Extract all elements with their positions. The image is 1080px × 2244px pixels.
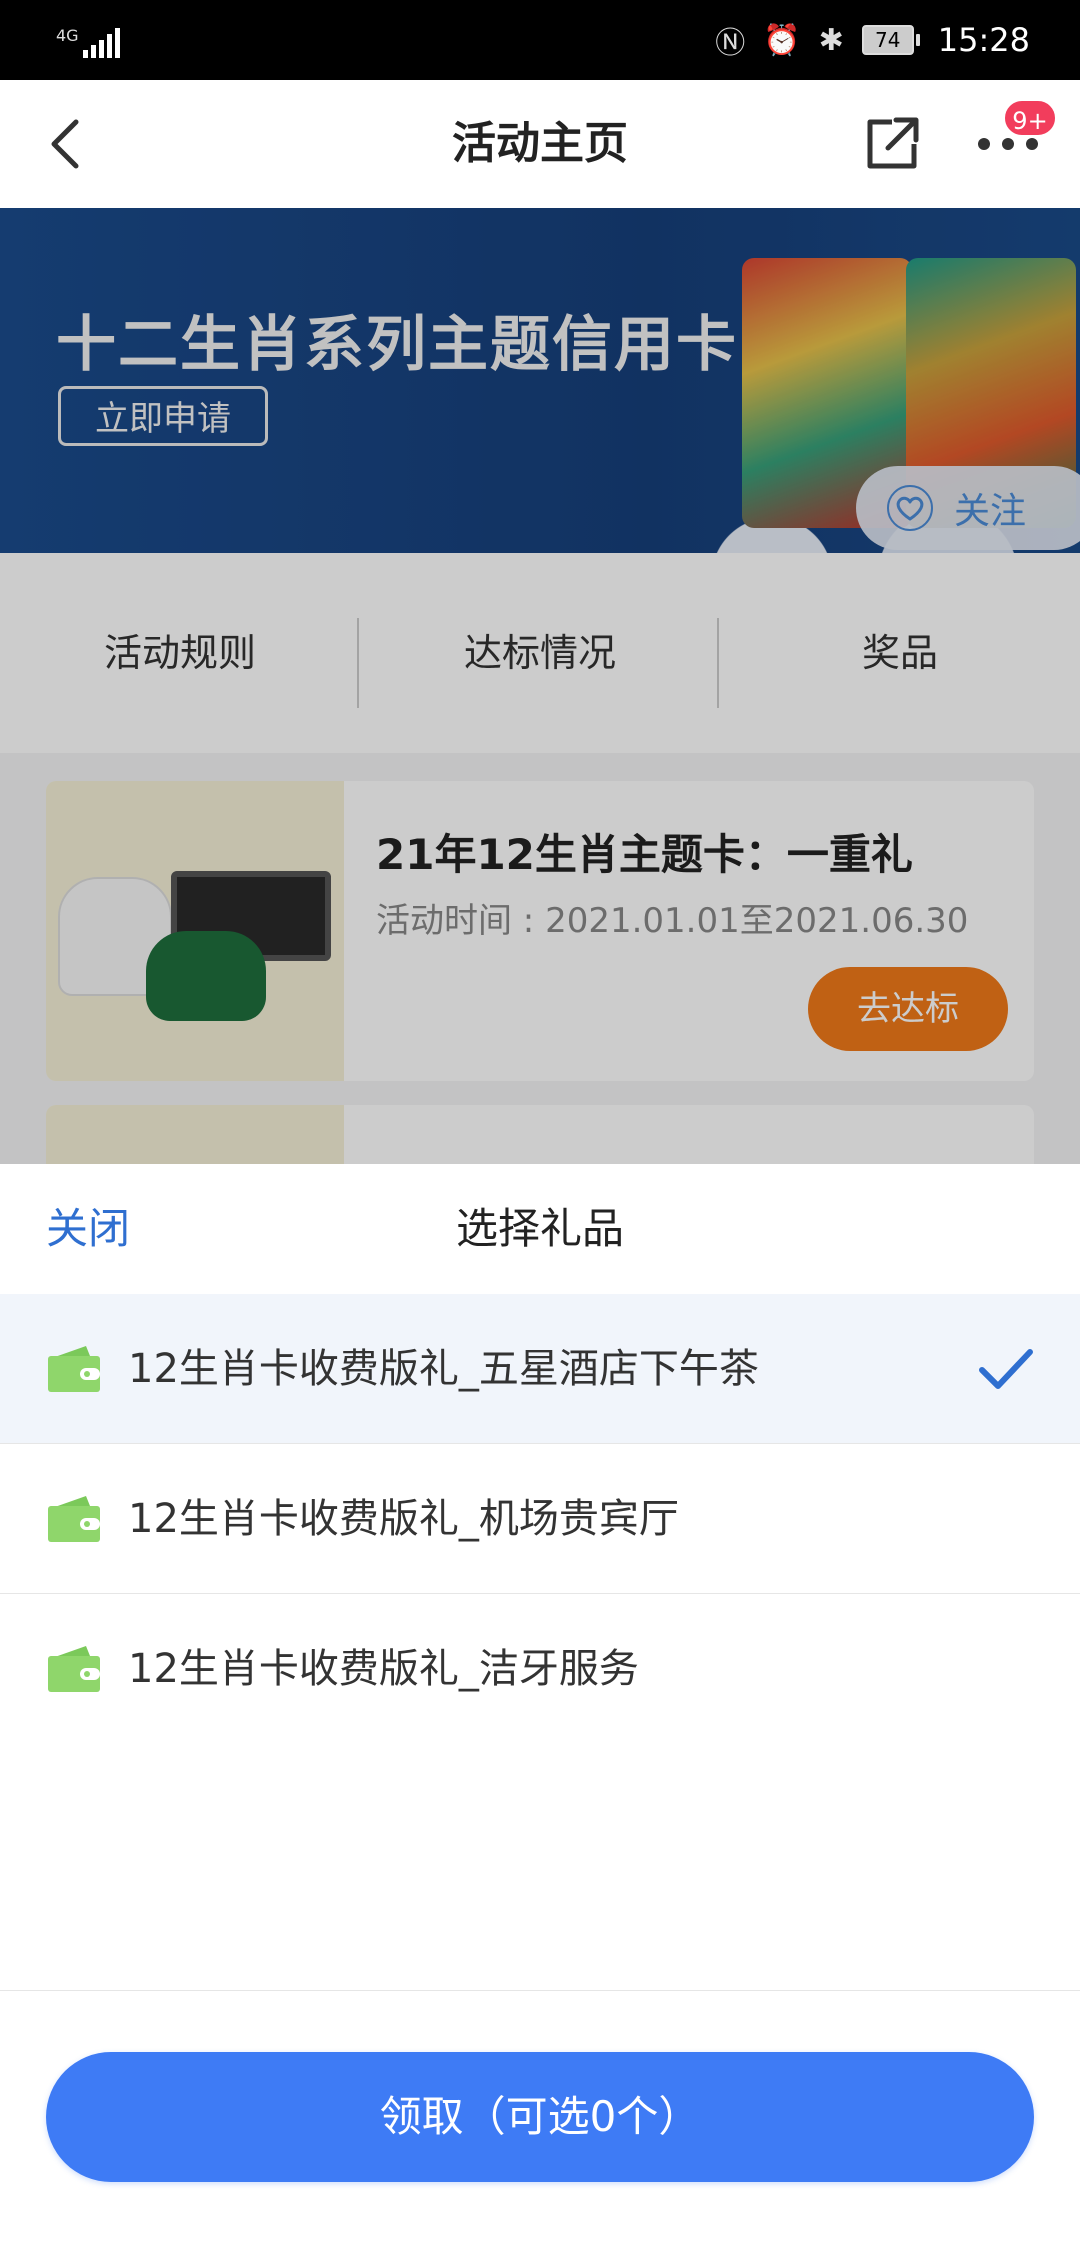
- wallet-icon: [48, 1646, 100, 1692]
- clock: 15:28: [937, 21, 1030, 59]
- signal-indicator: 4G: [56, 18, 120, 58]
- signal-bars-icon: [82, 28, 120, 58]
- gift-option[interactable]: 12生肖卡收费版礼_机场贵宾厅: [0, 1444, 1080, 1594]
- battery-icon: 74: [861, 25, 920, 55]
- gift-label: 12生肖卡收费版礼_五星酒店下午茶: [128, 1346, 759, 1392]
- checkmark-icon: [979, 1349, 1033, 1389]
- bluetooth-icon: ✱: [818, 22, 844, 58]
- wallet-icon: [48, 1346, 100, 1392]
- nfc-icon: Ⓝ: [715, 26, 746, 61]
- divider: [0, 1990, 1080, 1991]
- sheet-title: 选择礼品: [455, 1204, 624, 1253]
- network-type: 4G: [56, 26, 79, 45]
- share-icon[interactable]: [862, 114, 922, 174]
- wallet-icon: [48, 1496, 100, 1542]
- close-button[interactable]: 关闭: [46, 1164, 130, 1294]
- gift-label: 12生肖卡收费版礼_洁牙服务: [128, 1646, 639, 1692]
- back-arrow-icon[interactable]: [40, 114, 100, 174]
- status-bar: 4G Ⓝ ⏰ ✱ 74 15:28: [0, 0, 1080, 80]
- modal-backdrop[interactable]: [0, 208, 1080, 1164]
- gift-selection-sheet: 选择礼品 关闭 12生肖卡收费版礼_五星酒店下午茶 12生肖卡收费版礼_机场贵宾…: [0, 1164, 1080, 2244]
- gift-option[interactable]: 12生肖卡收费版礼_洁牙服务: [0, 1594, 1080, 1744]
- sheet-header: 选择礼品 关闭: [0, 1164, 1080, 1295]
- nav-bar: 活动主页 9+: [0, 80, 1080, 208]
- alarm-icon: ⏰: [763, 22, 801, 58]
- claim-button[interactable]: 领取（可选0个）: [46, 2052, 1034, 2182]
- battery-level: 74: [861, 25, 914, 55]
- gift-label: 12生肖卡收费版礼_机场贵宾厅: [128, 1496, 679, 1542]
- gift-option[interactable]: 12生肖卡收费版礼_五星酒店下午茶: [0, 1294, 1080, 1444]
- notification-badge: 9+: [1002, 98, 1058, 138]
